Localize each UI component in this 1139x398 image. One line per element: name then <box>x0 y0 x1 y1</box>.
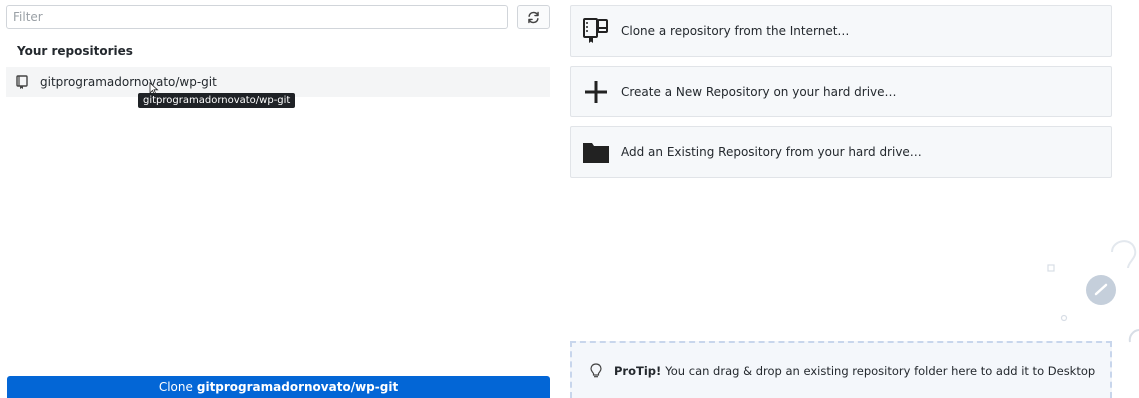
protip-dropzone[interactable]: ProTip! You can drag & drop an existing r… <box>570 341 1112 398</box>
clone-repository-button[interactable]: Clone gitprogramadornovato/wp-git <box>7 376 550 398</box>
clone-button-repo: gitprogramadornovato/wp-git <box>196 380 399 394</box>
action-label: Clone a repository from the Internet… <box>621 24 850 38</box>
lightbulb-icon <box>590 362 602 377</box>
protip-text: ProTip! You can drag & drop an existing r… <box>614 364 1095 378</box>
welcome-screen: Your repositories gitprogramadornovato/w… <box>0 0 1139 398</box>
clone-from-internet-button[interactable]: Clone a repository from the Internet… <box>570 5 1112 57</box>
create-new-repository-button[interactable]: Create a New Repository on your hard dri… <box>570 66 1112 117</box>
action-label: Add an Existing Repository from your har… <box>621 145 922 159</box>
action-label: Create a New Repository on your hard dri… <box>621 84 897 99</box>
clone-button-prefix: Clone <box>158 380 193 394</box>
plus-icon <box>585 80 607 103</box>
repository-name: gitprogramadornovato/wp-git <box>40 75 217 89</box>
refresh-icon <box>528 11 539 23</box>
clone-repo-icon <box>583 18 608 43</box>
section-title: Your repositories <box>17 44 133 58</box>
protip-body: You can drag & drop an existing reposito… <box>665 363 1096 378</box>
repository-list-panel: Your repositories gitprogramadornovato/w… <box>0 0 560 398</box>
repo-icon <box>16 74 32 90</box>
filter-input[interactable] <box>6 5 508 29</box>
add-existing-repository-button[interactable]: Add an Existing Repository from your har… <box>570 126 1112 178</box>
folder-icon <box>583 143 609 163</box>
refresh-button[interactable] <box>517 5 550 29</box>
protip-title: ProTip! <box>614 363 662 378</box>
repository-tooltip: gitprogramadornovato/wp-git <box>138 93 296 108</box>
